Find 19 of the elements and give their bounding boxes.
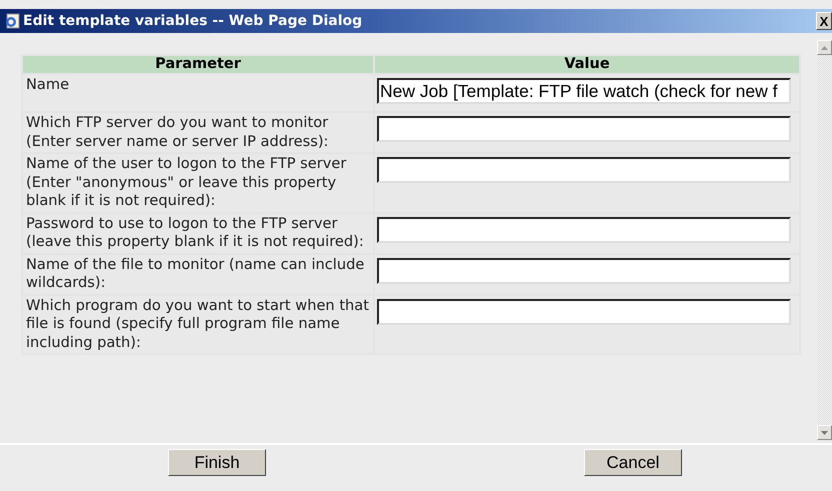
window-title: Edit template variables -- Web Page Dialog bbox=[23, 13, 364, 29]
parameter-label: Name of the file to monitor (name can include wildcards): bbox=[23, 254, 373, 294]
parameter-label: Which program do you want to start when that file is found (specify full program file name including path): bbox=[23, 296, 373, 353]
browser-page-icon bbox=[4, 13, 20, 29]
scroll-up-button[interactable] bbox=[817, 40, 832, 55]
up-arrow-icon bbox=[821, 46, 828, 50]
parameter-label: Password to use to logon to the FTP server (leave this property blank if it is not required): bbox=[23, 214, 373, 252]
column-header: Value bbox=[375, 56, 799, 73]
close-button[interactable]: X bbox=[816, 12, 832, 30]
down-arrow-icon bbox=[821, 430, 828, 434]
parameter-label: Which FTP server do you want to monitor (Enter server name or server IP address): bbox=[23, 113, 373, 152]
scroll-down-button[interactable] bbox=[817, 425, 832, 440]
column-header: Parameter bbox=[23, 56, 373, 73]
parameter-label: Name bbox=[23, 75, 373, 111]
dialog-button[interactable]: Finish bbox=[168, 449, 266, 476]
vertical-scrollbar[interactable] bbox=[817, 40, 832, 440]
value-field[interactable]: New Job [Template: FTP file watch (check for new f bbox=[377, 78, 791, 104]
dialog-button[interactable]: Cancel bbox=[584, 449, 682, 476]
parameter-label: Name of the user to logon to the FTP server (Enter "anonymous" or leave this property blank if it is not required): bbox=[23, 154, 373, 212]
